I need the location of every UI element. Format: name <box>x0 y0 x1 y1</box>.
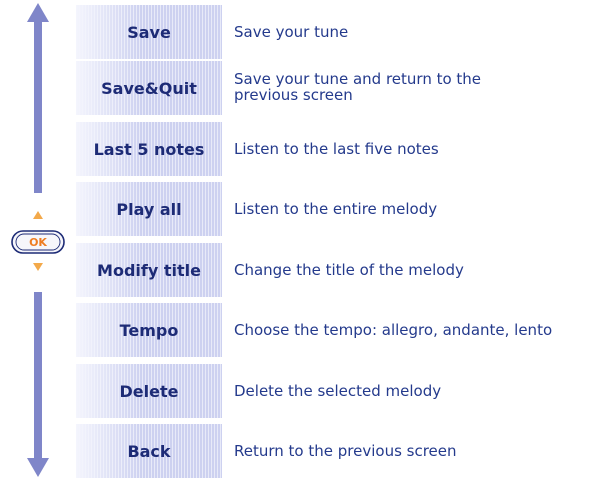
menu-row-delete: Delete Delete the selected melody <box>76 364 598 418</box>
menu-row-play-all: Play all Listen to the entire melody <box>76 182 598 236</box>
delete-description: Delete the selected melody <box>234 382 442 400</box>
menu-option-list: Save Save your tune Save&Quit Save your … <box>76 0 598 480</box>
modify-title-option[interactable]: Modify title <box>76 243 222 297</box>
up-arrow-icon <box>27 3 49 193</box>
ok-label: OK <box>29 236 47 249</box>
save-description: Save your tune <box>234 23 349 41</box>
delete-option[interactable]: Delete <box>76 364 222 418</box>
tempo-description: Choose the tempo: allegro, andante, lent… <box>234 321 553 339</box>
back-option[interactable]: Back <box>76 424 222 478</box>
down-arrow-icon <box>27 292 49 477</box>
modify-title-description: Change the title of the melody <box>234 261 464 279</box>
tempo-option[interactable]: Tempo <box>76 303 222 357</box>
last-5-notes-option[interactable]: Last 5 notes <box>76 122 222 176</box>
nav-up-triangle-icon <box>33 211 43 219</box>
menu-row-save: Save Save your tune <box>76 5 598 59</box>
play-all-option[interactable]: Play all <box>76 182 222 236</box>
navigation-graphic: OK <box>11 3 65 477</box>
navigation-column: OK <box>0 0 76 480</box>
save-and-quit-description: Save your tune and return to the previou… <box>234 70 482 104</box>
menu-row-save-and-quit: Save&Quit Save your tune and return to t… <box>76 61 598 115</box>
last-5-notes-description: Listen to the last five notes <box>234 140 439 158</box>
menu-reference-page: OK Save Save your tune Save&Quit Save yo… <box>0 0 598 480</box>
play-all-description: Listen to the entire melody <box>234 200 438 218</box>
save-and-quit-option[interactable]: Save&Quit <box>76 61 222 115</box>
back-description: Return to the previous screen <box>234 442 457 460</box>
menu-row-back: Back Return to the previous screen <box>76 424 598 478</box>
nav-down-triangle-icon <box>33 263 43 271</box>
menu-row-last-5-notes: Last 5 notes Listen to the last five not… <box>76 122 598 176</box>
menu-row-tempo: Tempo Choose the tempo: allegro, andante… <box>76 303 598 357</box>
save-option[interactable]: Save <box>76 5 222 59</box>
menu-row-modify-title: Modify title Change the title of the mel… <box>76 243 598 297</box>
ok-button-icon[interactable]: OK <box>11 230 65 254</box>
